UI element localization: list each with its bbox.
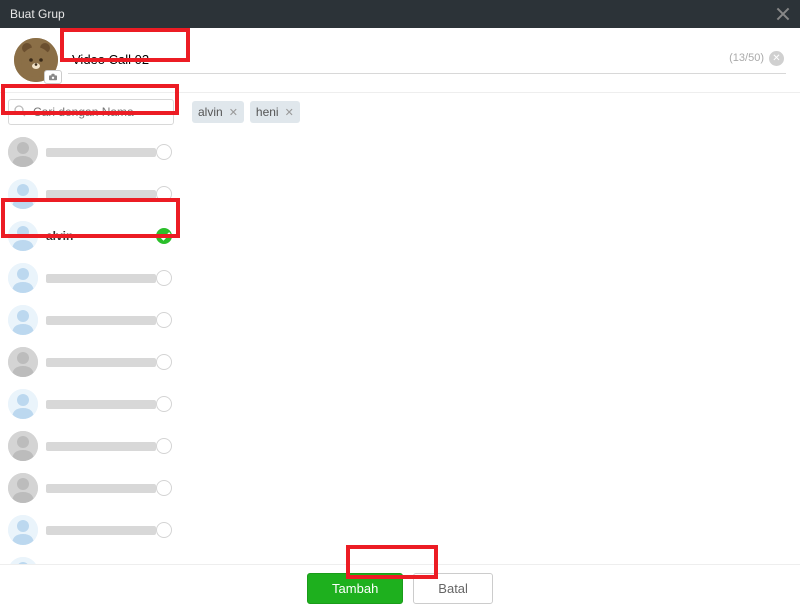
cancel-button[interactable]: Batal [413,573,493,604]
footer: Tambah Batal [0,564,800,612]
contact-row[interactable] [0,425,182,467]
avatar [8,389,38,419]
select-checkbox[interactable] [156,228,172,244]
contact-name [46,484,156,493]
contact-row[interactable] [0,257,182,299]
avatar [8,221,38,251]
contact-name [46,148,156,157]
contact-row[interactable] [0,299,182,341]
titlebar: Buat Grup [0,0,800,28]
contact-name [46,358,156,367]
contact-row[interactable] [0,131,182,173]
select-checkbox[interactable] [156,144,172,160]
avatar [8,347,38,377]
avatar [8,263,38,293]
contact-row[interactable]: alvin [0,215,182,257]
select-checkbox[interactable] [156,438,172,454]
avatar [8,305,38,335]
search-icon [14,105,26,117]
select-checkbox[interactable] [156,522,172,538]
select-checkbox[interactable] [156,270,172,286]
chip-remove-icon[interactable]: ✕ [285,106,294,119]
contact-list: alvin heni [0,131,182,564]
avatar [8,473,38,503]
camera-icon[interactable] [44,70,62,84]
select-checkbox[interactable] [156,396,172,412]
selected-panel: alvin ✕ heni ✕ [182,93,800,564]
selected-chip: heni ✕ [250,101,300,123]
clear-name-icon[interactable]: ✕ [769,51,784,66]
contact-name: alvin [46,229,156,243]
group-header: (13/50) ✕ [0,28,800,92]
avatar [8,557,38,564]
select-checkbox[interactable] [156,480,172,496]
add-button[interactable]: Tambah [307,573,403,604]
chip-label: heni [256,105,279,119]
chip-label: alvin [198,105,223,119]
selected-chip: alvin ✕ [192,101,244,123]
contact-name [46,316,156,325]
contact-row[interactable] [0,509,182,551]
contact-name [46,442,156,451]
close-icon[interactable] [776,7,790,21]
contact-panel: alvin heni [0,93,182,564]
contact-row[interactable] [0,467,182,509]
avatar [8,515,38,545]
chip-remove-icon[interactable]: ✕ [229,106,238,119]
contact-row[interactable] [0,341,182,383]
contact-row[interactable]: heni [0,551,182,564]
contact-row[interactable] [0,173,182,215]
avatar [8,137,38,167]
select-checkbox[interactable] [156,312,172,328]
contact-row[interactable] [0,383,182,425]
select-checkbox[interactable] [156,354,172,370]
avatar [8,431,38,461]
contact-name [46,526,156,535]
group-avatar[interactable] [14,38,58,82]
group-name-input[interactable] [68,46,786,74]
avatar [8,179,38,209]
contact-name [46,190,156,199]
select-checkbox[interactable] [156,186,172,202]
search-input[interactable] [8,99,174,125]
contact-name [46,400,156,409]
contact-name [46,274,156,283]
char-counter: (13/50) [729,52,764,64]
window-title: Buat Grup [10,7,65,21]
